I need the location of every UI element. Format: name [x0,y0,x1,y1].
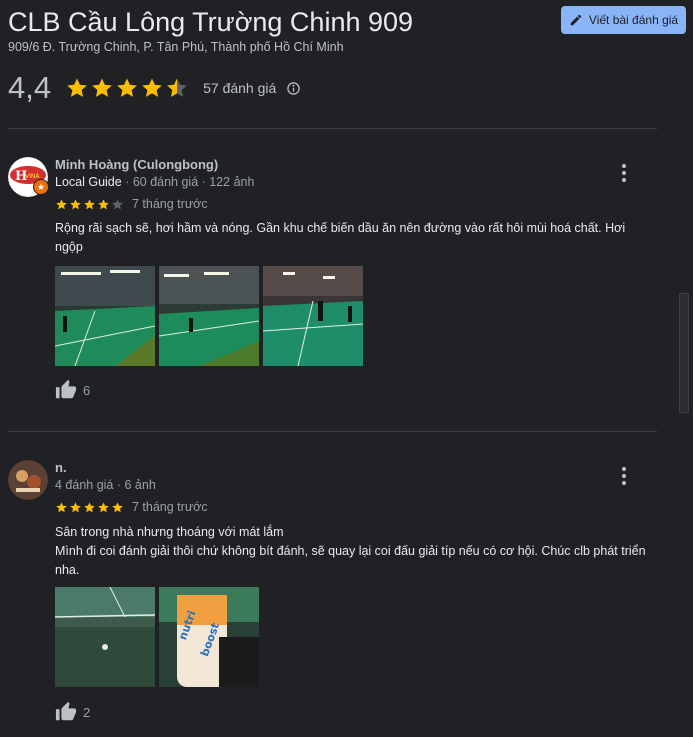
review-author[interactable]: n. [55,460,67,475]
star-icon [97,501,110,514]
divider [8,128,657,129]
reviewer-stats: 4 đánh giá · 6 ảnh [55,478,156,492]
average-rating: 4,4 [8,70,52,105]
info-icon[interactable] [286,81,301,96]
rating-stars [65,76,189,100]
review-photo[interactable] [55,587,155,687]
divider [8,431,657,432]
review-photos [55,266,363,366]
reviewer-stats: · 60 đánh giá · 122 ảnh [121,175,255,189]
avatar[interactable] [8,460,48,500]
review-text: Rộng rãi sạch sẽ, hơi hầm và nóng. Gần k… [55,221,626,254]
star-icon [69,501,82,514]
like-button[interactable]: 6 [55,379,90,401]
write-review-button[interactable]: Viết bài đánh giá [561,6,686,34]
review-rating: 7 tháng trước [55,197,208,211]
place-address: 909/6 Đ. Trường Chinh, P. Tân Phú, Thành… [8,40,344,54]
like-count: 6 [83,382,91,398]
star-icon [90,76,114,100]
review-photos: nutri boost [55,587,259,687]
scrollbar-thumb[interactable] [679,293,689,413]
thumb-up-icon [55,379,77,401]
star-icon [115,76,139,100]
review-photo[interactable] [159,266,259,366]
write-review-label: Viết bài đánh giá [588,13,679,27]
like-button[interactable]: 2 [55,701,90,723]
star-icon [65,76,89,100]
like-count: 2 [83,704,91,720]
review-photo[interactable]: nutri boost [159,587,259,687]
review-photo[interactable] [263,266,363,366]
local-guide-star-icon: ★ [33,179,49,195]
star-half-icon [165,76,189,100]
review-time: 7 tháng trước [132,500,208,514]
thumb-up-icon [55,701,77,723]
review-text: Sân trong nhà nhưng thoáng với mát lắm M… [55,525,646,577]
star-icon [83,501,96,514]
star-icon [111,501,124,514]
star-icon [97,198,110,211]
star-icon [111,198,124,211]
review-rating: 7 tháng trước [55,500,208,514]
rating-summary: 4,4 57 đánh giá [8,70,301,106]
star-icon [140,76,164,100]
pencil-icon [570,14,582,26]
review-photo[interactable] [55,266,155,366]
star-icon [69,198,82,211]
reviewer-meta: Local Guide · 60 đánh giá · 122 ảnh [55,175,254,189]
more-vert-icon[interactable] [618,466,630,486]
review-count[interactable]: 57 đánh giá [203,80,276,96]
local-guide-label: Local Guide [55,175,122,189]
star-icon [55,501,68,514]
star-icon [55,198,68,211]
review-author[interactable]: Minh Hoàng (Culongbong) [55,157,218,172]
review-time: 7 tháng trước [132,197,208,211]
reviewer-meta: 4 đánh giá · 6 ảnh [55,478,156,492]
star-icon [83,198,96,211]
more-vert-icon[interactable] [618,163,630,183]
